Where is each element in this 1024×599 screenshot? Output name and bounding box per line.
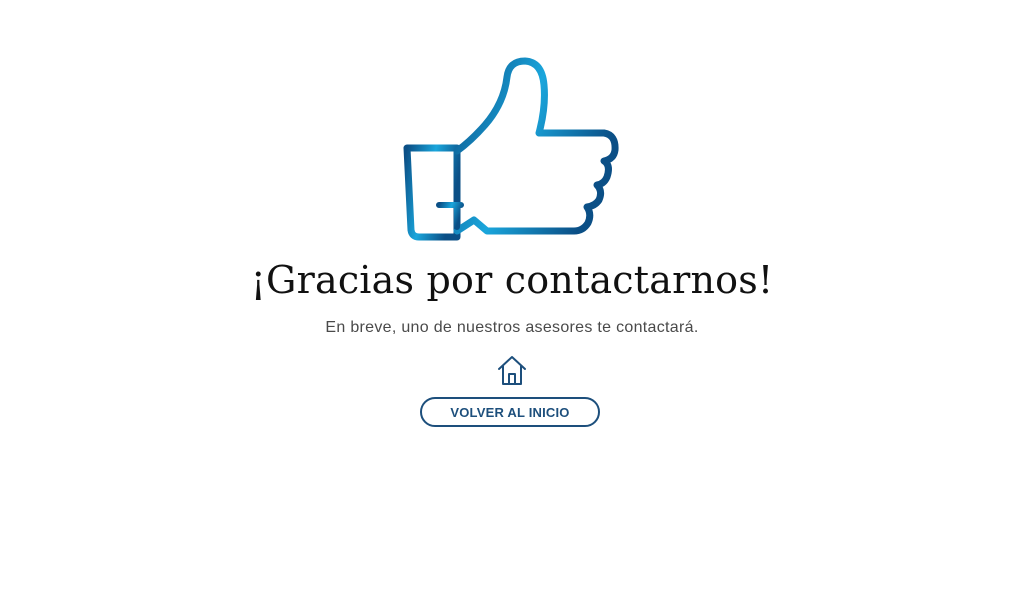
back-home-button[interactable]: VOLVER AL INICIO	[420, 397, 600, 427]
thumbs-up-icon	[403, 57, 619, 241]
home-icon[interactable]	[497, 355, 527, 386]
confirmation-page: ¡Gracias por contactarnos! En breve, uno…	[0, 0, 1024, 599]
back-home-button-label: VOLVER AL INICIO	[450, 404, 570, 420]
page-subtitle: En breve, uno de nuestros asesores te co…	[325, 319, 699, 336]
page-title: ¡Gracias por contactarnos!	[250, 258, 774, 302]
